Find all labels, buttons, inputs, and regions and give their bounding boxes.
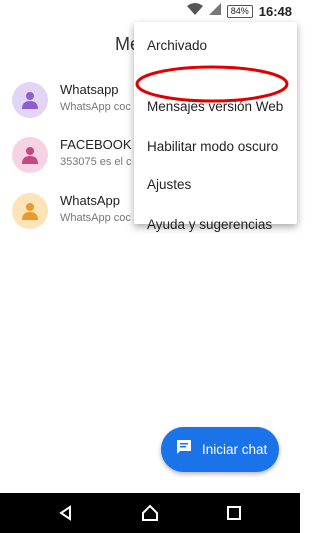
back-icon[interactable] bbox=[54, 501, 78, 525]
menu-item-archived[interactable]: Archivado bbox=[134, 25, 297, 65]
signal-icon bbox=[208, 2, 221, 20]
conversation-name: FACEBOOK bbox=[60, 137, 132, 152]
highlight-ellipse bbox=[135, 65, 289, 103]
home-icon[interactable] bbox=[138, 501, 162, 525]
battery-indicator: 84% bbox=[226, 4, 253, 18]
chat-icon bbox=[175, 438, 193, 461]
menu-item-dark-mode[interactable]: Habilitar modo oscuro bbox=[134, 126, 297, 166]
conversation-name: Whatsapp bbox=[60, 82, 119, 97]
wifi-icon bbox=[186, 2, 203, 20]
start-chat-label: Iniciar chat bbox=[202, 442, 268, 457]
menu-item-help[interactable]: Ayuda y sugerencias bbox=[134, 204, 297, 244]
avatar bbox=[12, 137, 48, 173]
status-time: 16:48 bbox=[258, 3, 292, 19]
overflow-menu: Archivado Mensajes versión Web Habilitar… bbox=[134, 22, 297, 232]
conversation-name: WhatsApp bbox=[60, 193, 120, 208]
conversation-snippet: WhatsApp coc bbox=[60, 101, 131, 113]
person-icon bbox=[22, 92, 38, 109]
recent-apps-icon[interactable] bbox=[222, 501, 246, 525]
start-chat-button[interactable]: Iniciar chat bbox=[161, 427, 279, 472]
person-icon bbox=[22, 147, 38, 164]
avatar bbox=[12, 193, 48, 229]
status-bar: 84% 16:48 bbox=[0, 0, 300, 22]
navigation-bar bbox=[0, 493, 300, 533]
conversation-snippet: WhatsApp coc bbox=[60, 212, 131, 224]
conversation-snippet: 353075 es el c bbox=[60, 156, 132, 168]
person-icon bbox=[22, 203, 38, 220]
menu-item-settings[interactable]: Ajustes bbox=[134, 164, 297, 204]
avatar bbox=[12, 82, 48, 118]
